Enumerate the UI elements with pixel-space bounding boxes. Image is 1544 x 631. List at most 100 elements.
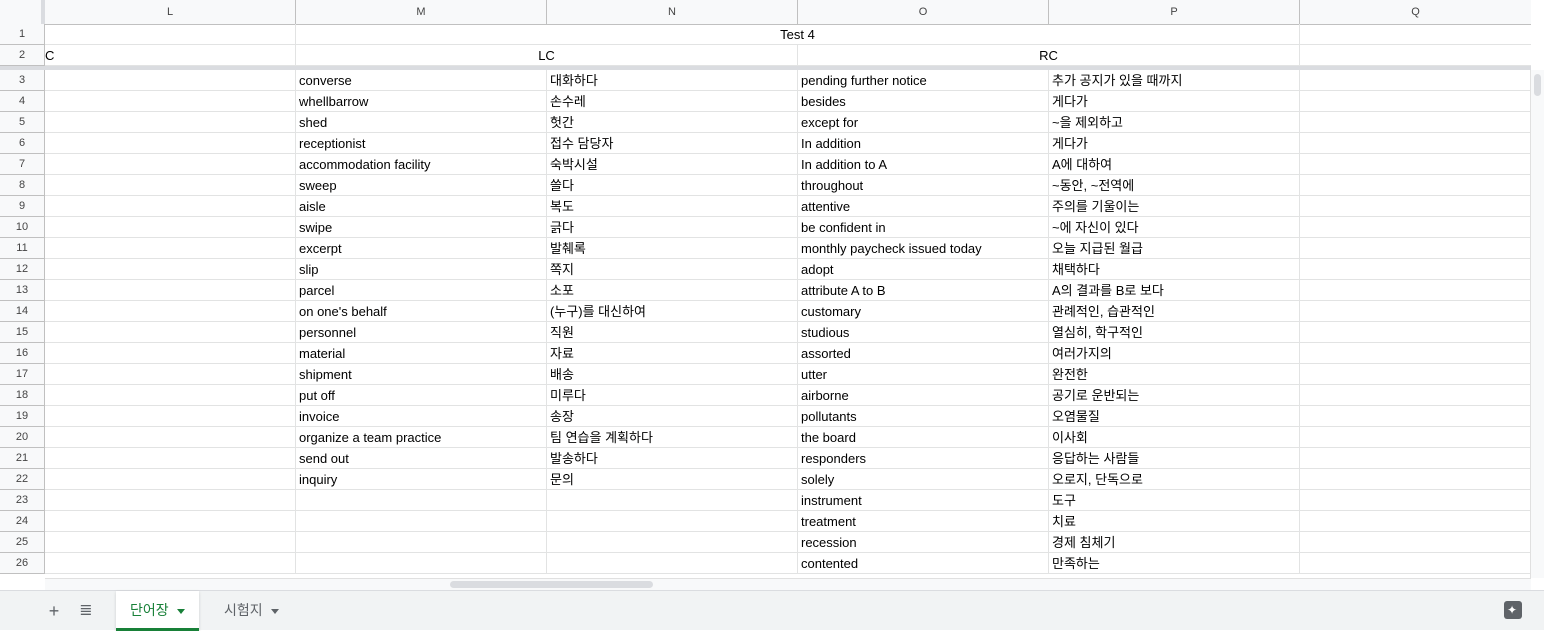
cell[interactable]: studious <box>798 322 1049 342</box>
chevron-down-icon[interactable] <box>176 608 185 614</box>
cell[interactable]: 오늘 지급된 월급 <box>1049 238 1300 258</box>
cell[interactable]: 숙박시설 <box>547 154 798 174</box>
cell[interactable]: 손수레 <box>547 91 798 111</box>
cell[interactable]: (누구)를 대신하여 <box>547 301 798 321</box>
cell[interactable]: 경제 침체기 <box>1049 532 1300 552</box>
cell[interactable] <box>45 259 296 279</box>
list-icon[interactable]: ≣ <box>74 599 98 623</box>
cell[interactable] <box>1300 45 1531 65</box>
horizontal-scroll-thumb[interactable] <box>450 581 653 588</box>
row-header[interactable]: 14 <box>0 301 45 322</box>
cell[interactable]: A에 대하여 <box>1049 154 1300 174</box>
cell[interactable] <box>296 532 547 552</box>
cell[interactable] <box>45 175 296 195</box>
column-header-m[interactable]: M <box>296 0 547 24</box>
cell[interactable]: customary <box>798 301 1049 321</box>
lc-header-cell[interactable]: LC <box>296 45 798 65</box>
cell[interactable] <box>547 511 798 531</box>
column-header-p[interactable]: P <box>1049 0 1300 24</box>
cell[interactable] <box>45 532 296 552</box>
cell[interactable]: 대화하다 <box>547 70 798 90</box>
row-header[interactable]: 20 <box>0 427 45 448</box>
cell[interactable]: shed <box>296 112 547 132</box>
row-header[interactable]: 12 <box>0 259 45 280</box>
cell[interactable]: 발송하다 <box>547 448 798 468</box>
cell[interactable] <box>1300 280 1531 300</box>
cell[interactable]: inquiry <box>296 469 547 489</box>
row-header[interactable]: 1 <box>0 24 45 45</box>
cell[interactable] <box>296 490 547 510</box>
cell[interactable] <box>45 322 296 342</box>
row-header[interactable]: 22 <box>0 469 45 490</box>
cell[interactable] <box>1300 259 1531 279</box>
cell[interactable]: 주의를 기울이는 <box>1049 196 1300 216</box>
cell[interactable] <box>1300 490 1531 510</box>
cell[interactable] <box>1300 112 1531 132</box>
cell[interactable] <box>45 280 296 300</box>
cell[interactable]: besides <box>798 91 1049 111</box>
column-header-l[interactable]: L <box>45 0 296 24</box>
cell[interactable] <box>1300 532 1531 552</box>
cell[interactable]: 미루다 <box>547 385 798 405</box>
cell[interactable] <box>45 301 296 321</box>
cell[interactable] <box>45 91 296 111</box>
cell[interactable] <box>1300 24 1531 44</box>
row-header[interactable]: 21 <box>0 448 45 469</box>
cell[interactable]: solely <box>798 469 1049 489</box>
cell[interactable]: 응답하는 사람들 <box>1049 448 1300 468</box>
cell[interactable] <box>547 490 798 510</box>
cell[interactable]: attribute A to B <box>798 280 1049 300</box>
cell[interactable] <box>45 154 296 174</box>
cell[interactable]: 게다가 <box>1049 133 1300 153</box>
cell[interactable]: material <box>296 343 547 363</box>
cell[interactable] <box>1300 196 1531 216</box>
cell[interactable]: slip <box>296 259 547 279</box>
cell[interactable]: aisle <box>296 196 547 216</box>
cell[interactable]: 치료 <box>1049 511 1300 531</box>
cell[interactable] <box>1300 70 1531 90</box>
column-header-n[interactable]: N <box>547 0 798 24</box>
cell[interactable]: ~동안, ~전역에 <box>1049 175 1300 195</box>
row-header[interactable]: 5 <box>0 112 45 133</box>
row-header[interactable]: 4 <box>0 91 45 112</box>
cell[interactable] <box>1300 343 1531 363</box>
cell[interactable] <box>1300 154 1531 174</box>
row-header[interactable]: 3 <box>0 70 45 91</box>
cell[interactable]: 발췌록 <box>547 238 798 258</box>
cell[interactable]: 완전한 <box>1049 364 1300 384</box>
cell[interactable] <box>1300 364 1531 384</box>
row-header[interactable]: 7 <box>0 154 45 175</box>
row-header[interactable]: 2 <box>0 45 45 66</box>
sheet-tab-vocabulary[interactable]: 단어장 <box>116 591 199 631</box>
cell[interactable]: invoice <box>296 406 547 426</box>
cell[interactable]: on one's behalf <box>296 301 547 321</box>
cell[interactable] <box>45 343 296 363</box>
cell[interactable]: 열심히, 학구적인 <box>1049 322 1300 342</box>
cell[interactable] <box>1300 175 1531 195</box>
cell[interactable]: recession <box>798 532 1049 552</box>
cell[interactable]: be confident in <box>798 217 1049 237</box>
cell[interactable] <box>45 469 296 489</box>
cell[interactable]: pollutants <box>798 406 1049 426</box>
explore-icon[interactable] <box>1504 601 1522 619</box>
row-header[interactable]: 9 <box>0 196 45 217</box>
cell[interactable]: 헛간 <box>547 112 798 132</box>
cell[interactable]: swipe <box>296 217 547 237</box>
cell[interactable] <box>1300 406 1531 426</box>
cell[interactable]: put off <box>296 385 547 405</box>
cell[interactable] <box>1300 133 1531 153</box>
cell[interactable]: 접수 담당자 <box>547 133 798 153</box>
row-header[interactable]: 16 <box>0 343 45 364</box>
cell[interactable] <box>1300 385 1531 405</box>
cell[interactable]: 자료 <box>547 343 798 363</box>
row-header[interactable]: 19 <box>0 406 45 427</box>
cell[interactable]: responders <box>798 448 1049 468</box>
cell[interactable]: 게다가 <box>1049 91 1300 111</box>
select-all-corner[interactable] <box>0 0 45 24</box>
cell[interactable] <box>1300 238 1531 258</box>
cell[interactable]: receptionist <box>296 133 547 153</box>
cell[interactable]: 오로지, 단독으로 <box>1049 469 1300 489</box>
cell[interactable]: 만족하는 <box>1049 553 1300 573</box>
cell[interactable] <box>45 427 296 447</box>
cell[interactable]: throughout <box>798 175 1049 195</box>
